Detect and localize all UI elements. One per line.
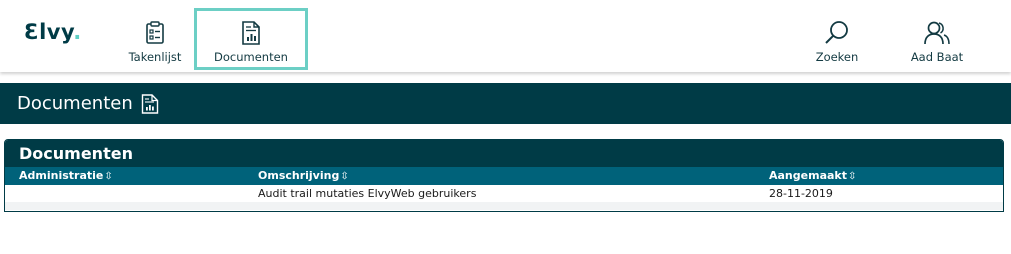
page-title: Documenten [17, 93, 133, 114]
search-icon [824, 20, 850, 46]
nav-takenlijst[interactable]: Takenlijst [118, 8, 192, 70]
logo-dot: . [73, 20, 82, 44]
elvy-logo[interactable]: Ɛlvy. [24, 20, 82, 44]
page-header: Documenten [0, 83, 1011, 124]
top-navigation-bar: Ɛlvy. Takenlijst Documenten Zoeken Aad B… [0, 0, 1011, 72]
sort-icon[interactable]: ⇳ [848, 171, 856, 182]
panel-header: Documenten [5, 140, 1003, 167]
table-header: Administratie⇳ Omschrijving⇳ Aangemaakt⇳ [5, 167, 1003, 185]
nav-user-account[interactable]: Aad Baat [900, 8, 974, 70]
sort-icon[interactable]: ⇳ [340, 171, 348, 182]
document-chart-icon [141, 93, 159, 114]
document-chart-icon [241, 20, 261, 46]
column-label: Aangemaakt [769, 169, 847, 182]
logo-text: Ɛlvy [24, 20, 74, 44]
nav-documenten[interactable]: Documenten [194, 8, 308, 70]
column-label: Omschrijving [258, 169, 340, 182]
column-header-omschrijving[interactable]: Omschrijving⇳ [258, 169, 349, 182]
sort-icon[interactable]: ⇳ [104, 171, 112, 182]
column-label: Administratie [19, 169, 104, 182]
nav-zoeken[interactable]: Zoeken [806, 8, 868, 70]
users-icon [923, 20, 951, 46]
nav-documenten-label: Documenten [214, 50, 288, 64]
cell-omschrijving[interactable]: Audit trail mutaties ElvyWeb gebruikers [258, 187, 476, 200]
documents-panel: Documenten Administratie⇳ Omschrijving⇳ … [4, 139, 1004, 212]
cell-aangemaakt: 28-11-2019 [769, 187, 833, 200]
nav-user-label: Aad Baat [910, 50, 964, 64]
table-row[interactable]: Audit trail mutaties ElvyWeb gebruikers … [5, 185, 1003, 202]
nav-takenlijst-label: Takenlijst [128, 50, 182, 64]
panel-title: Documenten [19, 144, 133, 163]
column-header-aangemaakt[interactable]: Aangemaakt⇳ [769, 169, 856, 182]
clipboard-list-icon [145, 20, 165, 46]
column-header-administratie[interactable]: Administratie⇳ [19, 169, 113, 182]
nav-zoeken-label: Zoeken [815, 50, 859, 64]
table-row-separator [5, 202, 1003, 210]
